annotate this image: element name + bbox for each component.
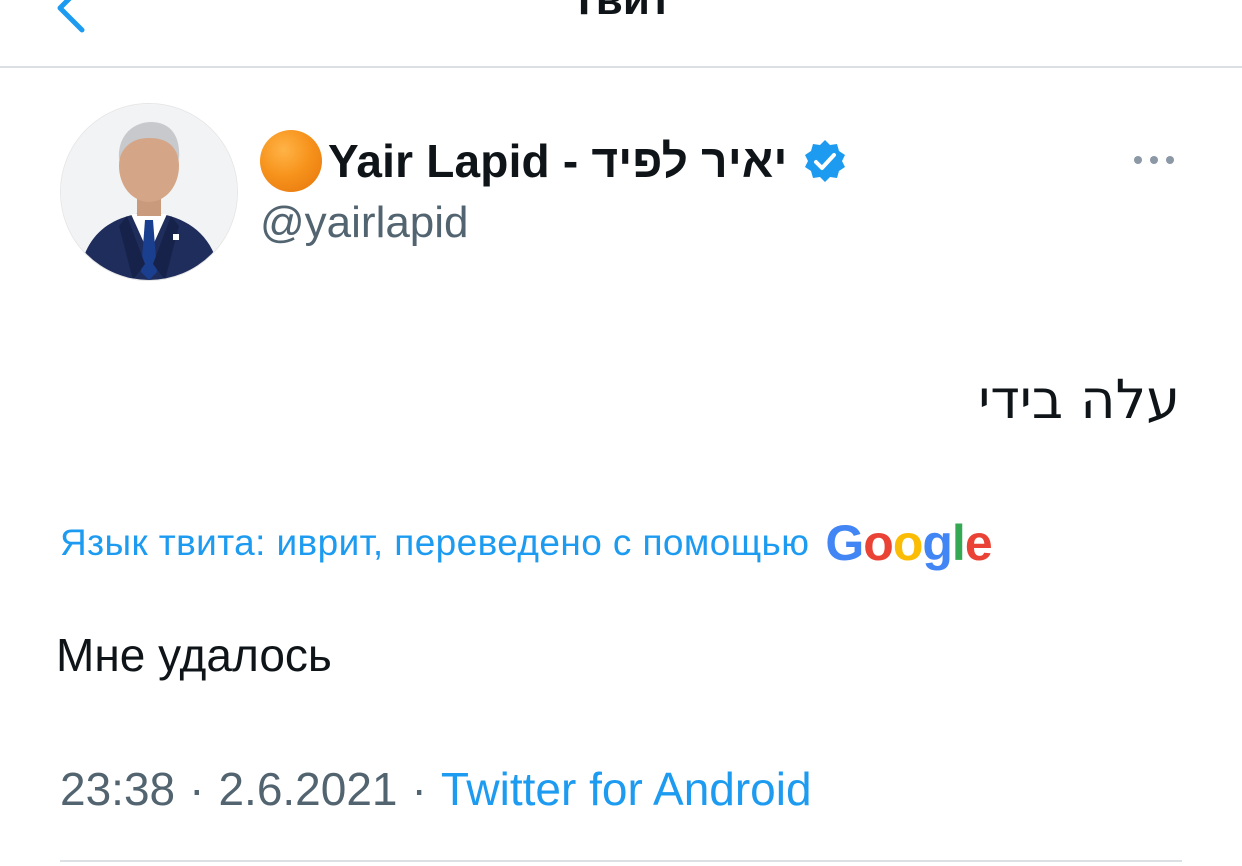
tweet-time[interactable]: 23:38: [60, 762, 175, 816]
tweet-metadata: 23:38 · 2.6.2021 · Twitter for Android: [60, 762, 812, 816]
orange-circle-emoji: [260, 130, 322, 192]
more-options-button[interactable]: [1130, 150, 1178, 170]
page-title: Твит: [0, 0, 1242, 22]
translation-label: Язык твита: иврит, переведено с помощью: [60, 522, 810, 563]
tweet-source-link[interactable]: Twitter for Android: [441, 762, 812, 816]
author-handle[interactable]: @yairlapid: [260, 198, 469, 248]
avatar[interactable]: [60, 103, 238, 281]
tweet-translated-text: Мне удалось: [56, 629, 332, 681]
tweet-date[interactable]: 2.6.2021: [218, 762, 397, 816]
profile-photo: [61, 104, 237, 280]
google-logo: Google: [825, 515, 992, 571]
tweet-original-text: עלה בידי: [978, 368, 1180, 431]
tweet-detail-screen: Твит Yair Lapid - יאיר לפיד: [0, 0, 1242, 866]
verified-badge-icon: [804, 140, 845, 182]
more-horizontal-icon: [1134, 156, 1174, 164]
translation-notice[interactable]: Язык твита: иврит, переведено с помощью …: [60, 515, 993, 571]
author-name: Yair Lapid - יאיר לפיד: [328, 135, 788, 187]
divider: [60, 860, 1182, 862]
author-name-row[interactable]: Yair Lapid - יאיר לפיד: [260, 130, 848, 192]
meta-separator: ·: [189, 763, 205, 815]
top-bar: Твит: [0, 0, 1242, 68]
meta-separator: ·: [411, 763, 427, 815]
